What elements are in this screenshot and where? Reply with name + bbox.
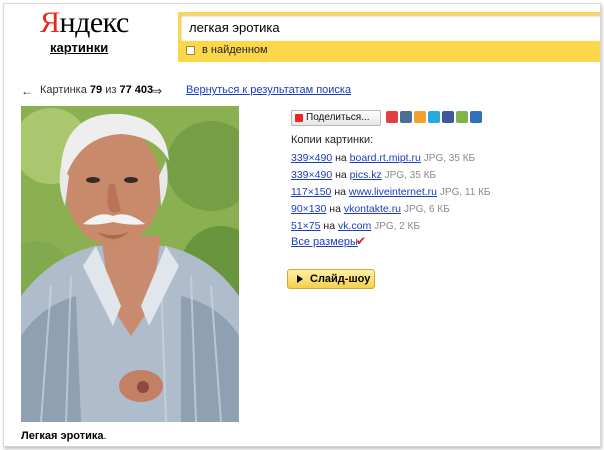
logo-rest: ндекс xyxy=(59,6,130,39)
slideshow-label: Слайд-шоу xyxy=(310,273,371,285)
twitter-icon[interactable] xyxy=(428,111,440,123)
copy-size-link[interactable]: 339×490 xyxy=(291,152,332,164)
copy-row: 51×75 на vk.com JPG, 2 КБ xyxy=(291,220,420,232)
back-to-results-link[interactable]: Вернуться к результатам поиска xyxy=(186,84,351,96)
copy-on-word: на xyxy=(329,203,341,215)
copy-on-word: на xyxy=(335,152,347,164)
image-caption: Легкая эротика. xyxy=(21,430,107,442)
copy-site-link[interactable]: pics.kz xyxy=(350,169,382,181)
image-counter: Картинка 79 из 77 403 xyxy=(40,84,153,96)
share-icon xyxy=(295,114,303,122)
copy-size-link[interactable]: 90×130 xyxy=(291,203,326,215)
search-in-results-checkbox[interactable] xyxy=(186,46,195,55)
share-button-label: Поделиться... xyxy=(306,112,370,123)
copy-meta: JPG, 11 КБ xyxy=(439,187,491,198)
slideshow-button[interactable]: Слайд-шоу xyxy=(287,269,375,289)
copy-site-link[interactable]: vk.com xyxy=(338,220,371,232)
odnoklassniki-icon[interactable] xyxy=(414,111,426,123)
copy-meta: JPG, 35 КБ xyxy=(423,153,476,164)
play-icon xyxy=(297,275,303,283)
copy-meta: JPG, 35 КБ xyxy=(384,170,436,181)
search-in-results-label[interactable]: в найденном xyxy=(202,44,268,56)
copy-on-word: на xyxy=(334,186,346,198)
copy-on-word: на xyxy=(335,169,347,181)
copy-meta: JPG, 6 КБ xyxy=(403,204,450,215)
caption-tail: . xyxy=(103,430,107,442)
copy-row: 339×490 на board.rt.mipt.ru JPG, 35 КБ xyxy=(291,152,475,164)
yandex-logo[interactable]: Яндекс xyxy=(40,6,129,40)
all-sizes-link[interactable]: Все размеры xyxy=(291,236,358,248)
portrait-image xyxy=(21,106,239,422)
copy-size-link[interactable]: 339×490 xyxy=(291,169,332,181)
yaru-icon[interactable] xyxy=(386,111,398,123)
counter-prefix: Картинка xyxy=(40,84,87,96)
copy-size-link[interactable]: 117×150 xyxy=(291,186,331,198)
copy-site-link[interactable]: board.rt.mipt.ru xyxy=(350,152,421,164)
copies-title: Копии картинки: xyxy=(291,134,374,146)
caption-bold: Легкая эротика xyxy=(21,430,104,442)
service-link-images[interactable]: картинки xyxy=(50,40,108,55)
vkontakte-icon[interactable] xyxy=(400,111,412,123)
counter-total: 77 403 xyxy=(119,84,154,96)
livejournal-icon[interactable] xyxy=(470,111,482,123)
logo-first-letter: Я xyxy=(40,6,60,39)
copy-on-word: на xyxy=(323,220,336,232)
checkmark-icon: ✔ xyxy=(356,234,367,248)
counter-current: 79 xyxy=(89,84,103,96)
copy-row: 90×130 на vkontakte.ru JPG, 6 КБ xyxy=(291,203,450,215)
copy-meta: JPG, 2 КБ xyxy=(374,221,420,232)
copy-site-link[interactable]: www.liveinternet.ru xyxy=(349,186,437,198)
copy-row: 117×150 на www.liveinternet.ru JPG, 11 К… xyxy=(291,186,490,198)
copy-size-link[interactable]: 51×75 xyxy=(291,220,321,232)
main-image[interactable] xyxy=(21,106,239,422)
search-input[interactable] xyxy=(181,15,600,41)
prev-image-arrow-icon[interactable]: ← xyxy=(21,84,33,98)
page-frame: Яндекс картинки в найденном ← Картинка 7… xyxy=(3,3,601,447)
next-image-arrow-icon[interactable]: ⇒ xyxy=(152,84,162,98)
share-button[interactable]: Поделиться... xyxy=(291,110,381,126)
copy-site-link[interactable]: vkontakte.ru xyxy=(344,203,401,215)
facebook-icon[interactable] xyxy=(442,111,454,123)
search-bar: в найденном xyxy=(178,12,600,62)
moikrug-icon[interactable] xyxy=(456,111,468,123)
counter-of: из xyxy=(105,84,117,96)
copy-row: 339×490 на pics.kz JPG, 35 КБ xyxy=(291,169,436,181)
